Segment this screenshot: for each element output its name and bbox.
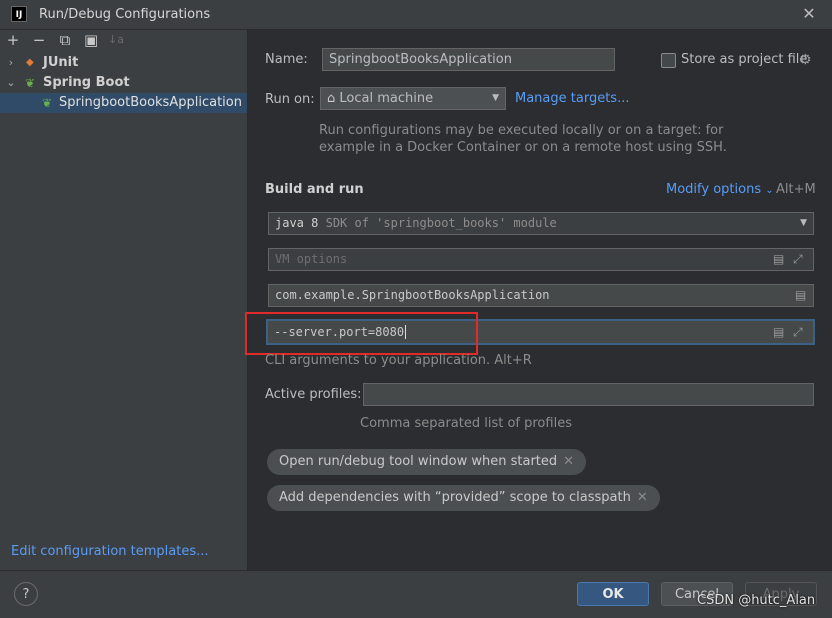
spring-boot-icon: ❦: [25, 76, 36, 90]
chevron-down-icon: ⌄: [765, 185, 774, 196]
help-button[interactable]: ?: [14, 582, 38, 606]
ok-button[interactable]: OK: [577, 582, 649, 606]
add-icon[interactable]: +: [6, 33, 20, 48]
active-profiles-hint: Comma separated list of profiles: [360, 416, 572, 431]
watermark-text: CSDN @hutc_Alan: [697, 593, 816, 608]
sort-icon[interactable]: ↓a: [108, 33, 124, 47]
dropdown-arrow-icon: ▼: [800, 218, 807, 228]
build-and-run-heading: Build and run: [265, 182, 364, 197]
tree-item-springboot-books-application[interactable]: ❦ SpringbootBooksApplication: [0, 93, 247, 113]
home-icon: ⌂: [327, 91, 336, 106]
tree-label-junit: JUnit: [43, 55, 79, 70]
tree-label-config: SpringbootBooksApplication: [59, 95, 242, 110]
remove-icon[interactable]: −: [32, 33, 46, 48]
active-profiles-label: Active profiles:: [265, 387, 362, 402]
tree-item-spring-boot[interactable]: ⌄ ❦ Spring Boot: [0, 73, 247, 93]
vm-options-placeholder: VM options: [275, 252, 348, 266]
tree-item-junit[interactable]: › ◆ JUnit: [0, 53, 247, 73]
intellij-app-icon: IJ: [11, 6, 27, 22]
main-class-field[interactable]: com.example.SpringbootBooksApplication: [268, 284, 814, 307]
option-chip-open-tool-window[interactable]: Open run/debug tool window when started ✕: [267, 449, 587, 475]
chip-label: Open run/debug tool window when started: [279, 454, 558, 469]
dropdown-arrow-icon: ▼: [492, 93, 499, 103]
document-icon[interactable]: ▤: [773, 252, 784, 266]
modify-options-link[interactable]: Modify options ⌄: [666, 182, 774, 197]
copy-icon[interactable]: ⧉: [58, 33, 72, 48]
run-on-value: Local machine: [339, 91, 434, 106]
run-on-hint-line-2: example in a Docker Container or on a re…: [319, 140, 727, 155]
sdk-value: java 8: [275, 216, 319, 230]
manage-targets-link[interactable]: Manage targets...: [515, 91, 629, 106]
window-title: Run/Debug Configurations: [39, 7, 211, 22]
chip-label: Add dependencies with “provided” scope t…: [279, 490, 631, 505]
edit-configuration-templates-link[interactable]: Edit configuration templates...: [11, 544, 209, 559]
active-profiles-field[interactable]: [363, 383, 814, 406]
name-label: Name:: [265, 52, 308, 67]
option-chip-add-provided-dependencies[interactable]: Add dependencies with “provided” scope t…: [267, 485, 660, 511]
chevron-right-icon[interactable]: ›: [6, 53, 16, 73]
vm-options-field[interactable]: VM options: [268, 248, 814, 271]
document-icon[interactable]: ▤: [773, 325, 784, 339]
browse-class-icon[interactable]: ▤: [795, 288, 806, 302]
sdk-hint: SDK of 'springboot_books' module: [325, 216, 557, 230]
modify-options-shortcut: Alt+M: [776, 182, 816, 197]
store-as-project-file-label: Store as project file: [681, 52, 808, 67]
highlight-annotation-box: [245, 312, 478, 355]
chevron-down-icon[interactable]: ⌄: [6, 73, 16, 93]
run-on-hint-line-1: Run configurations may be executed local…: [319, 123, 724, 138]
name-field[interactable]: SpringbootBooksApplication: [322, 48, 615, 71]
modify-options-label: Modify options: [666, 182, 762, 197]
folder-icon[interactable]: ▣: [84, 33, 98, 48]
sdk-dropdown[interactable]: java 8 SDK of 'springboot_books' module …: [268, 212, 814, 235]
gear-icon[interactable]: ⚙: [799, 52, 812, 68]
junit-icon: ◆: [26, 57, 34, 68]
expand-icon[interactable]: ⤢: [793, 325, 803, 340]
run-on-label: Run on:: [265, 92, 315, 107]
run-on-dropdown[interactable]: ⌂ Local machine ▼: [320, 87, 506, 110]
cli-arguments-hint: CLI arguments to your application. Alt+R: [265, 353, 532, 368]
close-icon[interactable]: ✕: [800, 4, 818, 24]
close-icon[interactable]: ✕: [563, 454, 574, 469]
close-icon[interactable]: ✕: [637, 490, 648, 505]
expand-icon[interactable]: ⤢: [793, 252, 803, 267]
spring-boot-config-icon: ❦: [42, 96, 53, 110]
store-as-project-file-checkbox[interactable]: [661, 53, 676, 68]
tree-label-spring-boot: Spring Boot: [43, 75, 130, 90]
